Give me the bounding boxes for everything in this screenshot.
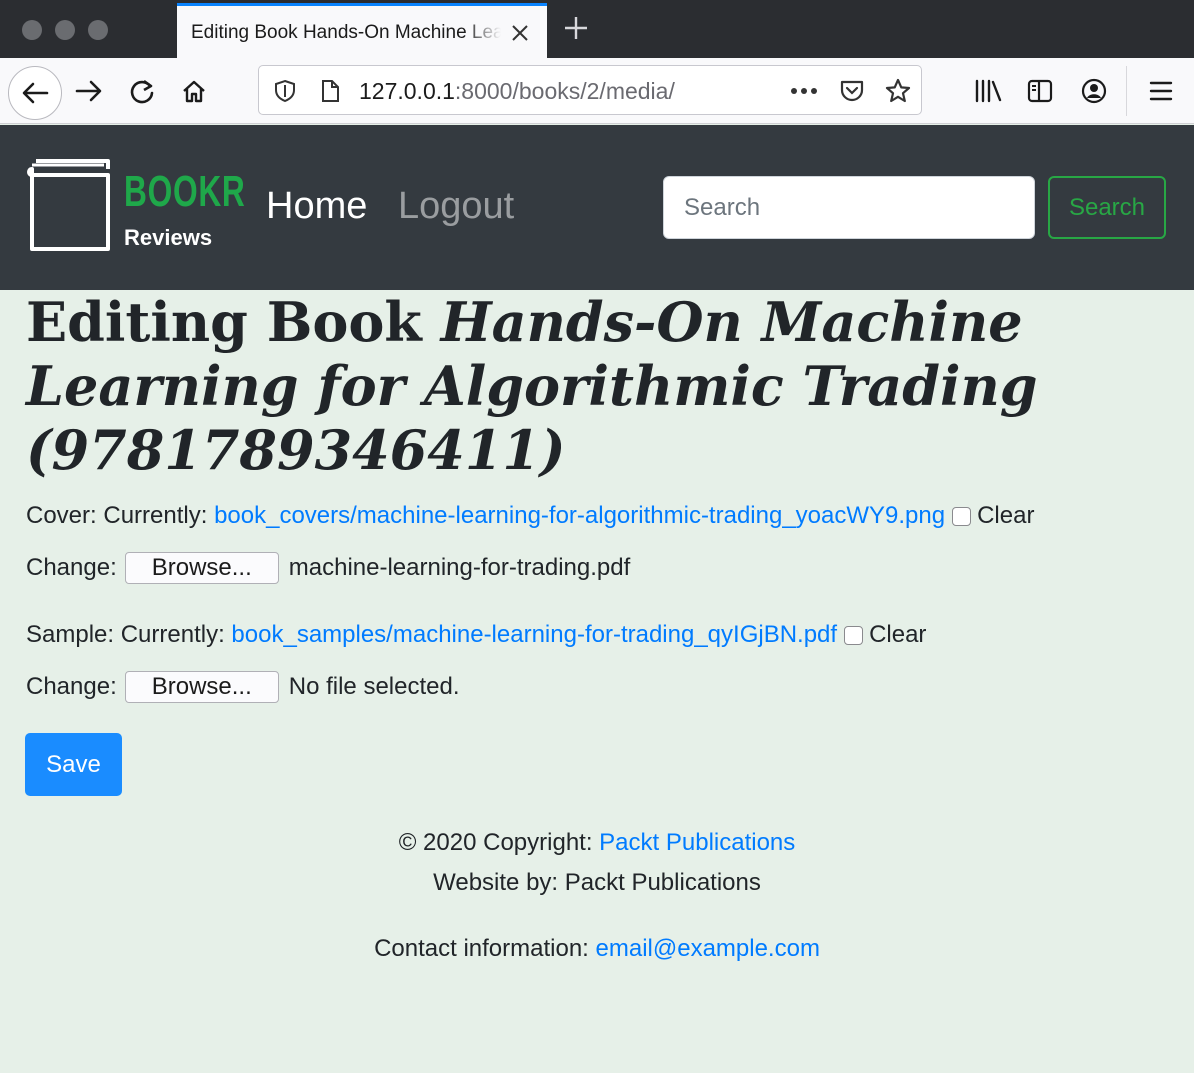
sample-clear-label[interactable]: Clear bbox=[869, 621, 926, 649]
brand-subtitle: Reviews bbox=[124, 225, 213, 250]
cover-browse-button[interactable]: Browse... bbox=[124, 552, 279, 584]
reload-icon[interactable] bbox=[126, 76, 158, 106]
nav-link-home[interactable]: Home bbox=[266, 185, 367, 228]
cover-change-row: Change: Browse... machine-learning-for-t… bbox=[26, 551, 630, 585]
sample-current-file-link[interactable]: book_samples/machine-learning-for-tradin… bbox=[231, 621, 837, 649]
hamburger-menu-icon[interactable] bbox=[1146, 77, 1176, 105]
save-button[interactable]: Save bbox=[25, 733, 122, 796]
cover-change-label: Change: bbox=[26, 554, 117, 581]
search-input[interactable] bbox=[663, 176, 1035, 239]
browser-tab-active[interactable]: Editing Book Hands-On Machine Learning f… bbox=[177, 3, 547, 58]
cover-current-row: Cover: Currently: book_covers/machine-le… bbox=[26, 500, 1034, 532]
footer-contact: Contact information: email@example.com bbox=[0, 935, 1194, 963]
contact-label: Contact information: bbox=[374, 935, 596, 962]
url-path: :8000/books/2/media/ bbox=[454, 78, 675, 104]
sample-change-label: Change: bbox=[26, 673, 117, 700]
brand-name[interactable]: BOOKR bbox=[124, 167, 246, 217]
cover-current-file-link[interactable]: book_covers/machine-learning-for-algorit… bbox=[214, 502, 945, 530]
sidebar-toggle-icon[interactable] bbox=[1024, 77, 1056, 105]
home-icon[interactable] bbox=[178, 76, 210, 106]
window-minimize-dot[interactable] bbox=[55, 20, 75, 40]
new-tab-plus-icon[interactable] bbox=[562, 14, 590, 42]
sample-clear-checkbox[interactable] bbox=[844, 625, 864, 645]
cover-label: Cover: Currently: bbox=[26, 502, 208, 529]
back-arrow-icon[interactable] bbox=[8, 66, 62, 120]
sample-change-row: Change: Browse... No file selected. bbox=[26, 670, 460, 704]
tab-close-icon[interactable] bbox=[509, 22, 531, 44]
page-actions-ellipsis-icon[interactable] bbox=[789, 80, 819, 102]
search-button[interactable]: Search bbox=[1048, 176, 1166, 239]
page-title: Editing Book Hands-On Machine Learning f… bbox=[26, 290, 1166, 482]
cover-file-status: machine-learning-for-trading.pdf bbox=[288, 554, 631, 581]
contact-email-link[interactable]: email@example.com bbox=[596, 935, 820, 962]
footer-copyright: © 2020 Copyright: Packt Publications bbox=[0, 829, 1194, 857]
account-icon[interactable] bbox=[1078, 76, 1110, 106]
library-icon[interactable] bbox=[972, 77, 1004, 105]
forward-arrow-icon[interactable] bbox=[72, 76, 106, 106]
book-logo-icon[interactable] bbox=[26, 155, 112, 253]
bookmark-star-icon[interactable] bbox=[883, 76, 913, 106]
url-host: 127.0.0.1 bbox=[359, 78, 455, 104]
cover-clear-checkbox[interactable] bbox=[952, 506, 972, 526]
browser-toolbar: 127.0.0.1:8000/books/2/media/ bbox=[0, 58, 1194, 124]
copyright-text: © 2020 Copyright: bbox=[398, 829, 600, 856]
window-close-dot[interactable] bbox=[22, 20, 42, 40]
shield-icon[interactable] bbox=[273, 78, 297, 104]
tab-title: Editing Book Hands-On Machine Learning f… bbox=[191, 22, 501, 43]
sample-current-row: Sample: Currently: book_samples/machine-… bbox=[26, 619, 926, 651]
toolbar-divider bbox=[1126, 66, 1127, 116]
address-bar[interactable]: 127.0.0.1:8000/books/2/media/ bbox=[258, 65, 922, 115]
pocket-icon[interactable] bbox=[837, 77, 867, 105]
site-navbar: BOOKR Reviews Home Logout Search bbox=[0, 125, 1194, 290]
url-text[interactable]: 127.0.0.1:8000/books/2/media/ bbox=[359, 78, 675, 105]
sample-browse-button[interactable]: Browse... bbox=[124, 671, 279, 703]
page-icon bbox=[319, 78, 341, 104]
page-title-prefix: Editing Book bbox=[26, 290, 441, 354]
footer-website-by: Website by: Packt Publications bbox=[433, 869, 761, 896]
publisher-link[interactable]: Packt Publications bbox=[599, 829, 795, 856]
sample-file-status: No file selected. bbox=[288, 673, 460, 700]
cover-clear-label[interactable]: Clear bbox=[977, 502, 1034, 530]
browser-tab-bar: Editing Book Hands-On Machine Learning f… bbox=[0, 0, 1194, 58]
nav-link-logout[interactable]: Logout bbox=[398, 185, 514, 228]
window-zoom-dot[interactable] bbox=[88, 20, 108, 40]
sample-label: Sample: Currently: bbox=[26, 621, 225, 648]
